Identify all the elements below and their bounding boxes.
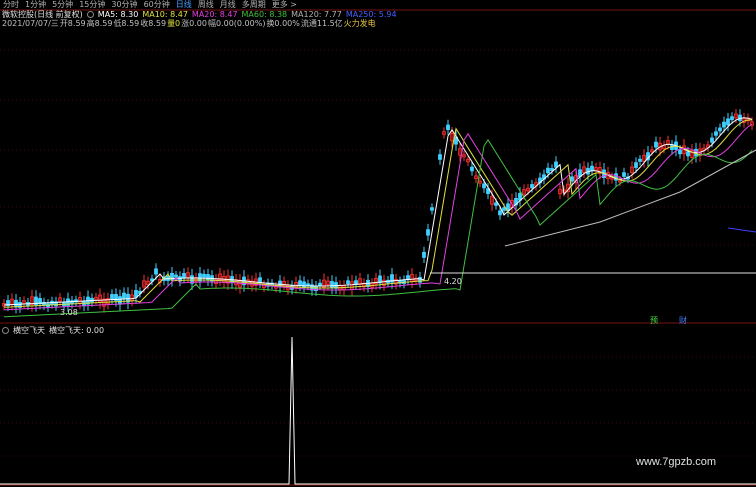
watermark: www.7gpzb.com (636, 456, 717, 468)
candle-body (530, 184, 534, 189)
candle-body (174, 274, 178, 278)
float-value: 流通11.5亿 (300, 19, 343, 28)
candle-body (470, 166, 474, 172)
candle-body (590, 165, 594, 171)
candle-body (554, 161, 558, 168)
tab-4[interactable]: 30分钟 (108, 0, 140, 10)
candle-body (110, 294, 114, 300)
tab-8[interactable]: 月线 (217, 0, 239, 10)
tab-5[interactable]: 60分钟 (141, 0, 173, 10)
indicator-value: 横空飞天: 0.00 (49, 326, 105, 335)
forecast-marker[interactable]: 预 (650, 316, 658, 325)
candle-body (678, 149, 682, 155)
tab-0[interactable]: 分时 (0, 0, 22, 10)
candle-body (722, 121, 726, 128)
candle-body (330, 281, 334, 289)
date-value: 2021/07/07/三 (2, 19, 59, 28)
low-price-label: 3.08 (60, 308, 78, 317)
tab-10[interactable]: 更多 > (269, 0, 300, 10)
high-value: 高8.59 (86, 19, 113, 28)
tab-2[interactable]: 5分钟 (49, 0, 76, 10)
gear-icon[interactable] (2, 327, 9, 334)
ma10-line (3, 119, 753, 308)
candle-body (654, 141, 658, 148)
candle-body (614, 173, 618, 181)
candle-body (718, 127, 722, 132)
candle-body (498, 210, 502, 216)
candle-body (726, 118, 730, 126)
candle-body (686, 151, 690, 157)
indicator-name: 横空飞天 (13, 326, 45, 335)
indicator-info-line: 横空飞天 横空飞天: 0.00 (2, 326, 104, 336)
candle-body (714, 131, 718, 136)
candle-body (182, 273, 186, 279)
candle-body (290, 284, 294, 290)
tab-1[interactable]: 1分钟 (22, 0, 49, 10)
gear-icon[interactable] (86, 11, 94, 18)
open-value: 开8.59 (59, 19, 86, 28)
candle-body (118, 296, 122, 305)
finance-marker[interactable]: 财 (679, 316, 687, 325)
mid-price-label: 4.20 (444, 277, 462, 286)
candle-body (134, 290, 138, 298)
candle-body (346, 280, 350, 284)
period-tabs: 分时 1分钟 5分钟 15分钟 30分钟 60分钟 日线 周线 月线 多周期 更多 > (0, 0, 756, 10)
pct-value: 幅0.00(0.00%) (207, 19, 266, 28)
candle-body (502, 207, 506, 211)
candle-body (570, 176, 574, 182)
tab-3[interactable]: 15分钟 (76, 0, 108, 10)
candle-body (494, 202, 498, 206)
candle-body (430, 207, 434, 211)
candle-body (446, 124, 450, 131)
candle-body (202, 273, 206, 278)
candle-body (730, 116, 734, 121)
change-value: 涨0.00 (181, 19, 207, 28)
candle-body (622, 172, 626, 177)
candle-body (634, 162, 638, 168)
tab-7[interactable]: 周线 (195, 0, 217, 10)
ma5-line (3, 117, 753, 306)
candle-body (546, 167, 550, 174)
ma250-line (727, 227, 756, 233)
volume-value: 量0 (167, 19, 181, 28)
candle-body (298, 280, 302, 287)
candle-body (422, 251, 426, 258)
candle-body (122, 292, 126, 299)
candle-body (154, 268, 158, 275)
candle-body (438, 154, 442, 160)
candle-body (206, 274, 210, 281)
candle-body (258, 277, 262, 283)
candle-body (482, 183, 486, 189)
close-value: 收8.59 (140, 19, 167, 28)
tab-6[interactable]: 日线 (173, 0, 195, 10)
chart-canvas[interactable] (0, 0, 756, 487)
tab-9[interactable]: 多周期 (239, 0, 269, 10)
candle-body (14, 299, 18, 308)
candle-body (638, 158, 642, 162)
candle-body (710, 137, 714, 143)
ohlc-info-line: 2021/07/07/三 开8.59 高8.59 低8.59 收8.59 量0 … (2, 19, 376, 29)
candle-body (426, 229, 430, 236)
candle-body (318, 282, 322, 286)
low-value: 低8.59 (113, 19, 140, 28)
turnover-value: 换0.00% (266, 19, 300, 28)
concept-label: 火力发电 (343, 19, 376, 28)
